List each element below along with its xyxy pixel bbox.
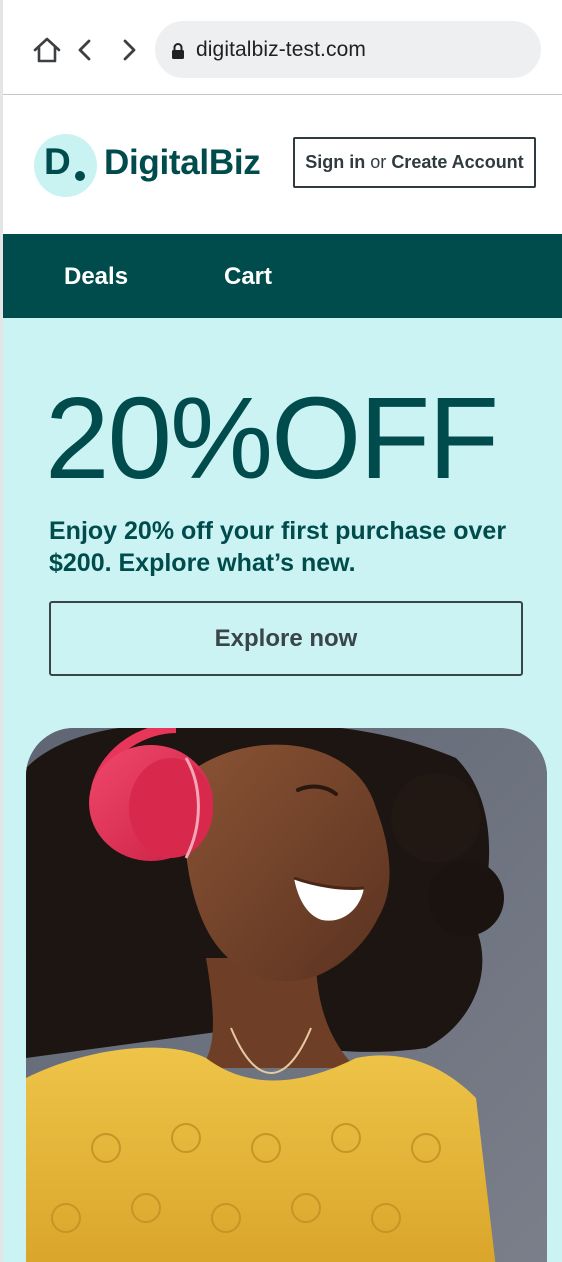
brand-name[interactable]: DigitalBiz [104, 143, 261, 183]
sign-in-button[interactable]: Sign in or Create Account [293, 137, 536, 188]
or-label: or [370, 152, 387, 172]
hero-banner: 20%OFF Enjoy 20% off your first purchase… [3, 318, 562, 1262]
nav-item-deals[interactable]: Deals [64, 263, 128, 291]
promo-description: Enjoy 20% off your first purchase over $… [49, 517, 507, 577]
logo-dot [75, 171, 85, 181]
address-bar[interactable]: digitalbiz-test.com [155, 21, 541, 78]
logo-letter: D [44, 141, 71, 182]
explore-now-button[interactable]: Explore now [49, 601, 523, 676]
lock-icon [171, 40, 187, 60]
nav-item-cart[interactable]: Cart [224, 263, 272, 291]
logo-icon[interactable]: D [34, 134, 97, 197]
site-header: D DigitalBiz Sign in or Create Account [3, 95, 562, 234]
home-icon[interactable] [27, 30, 67, 70]
main-nav: Deals Cart [3, 234, 562, 318]
create-account-label: Create Account [391, 152, 524, 172]
hero-image [26, 728, 547, 1262]
url-text: digitalbiz-test.com [196, 37, 366, 61]
back-icon[interactable] [65, 30, 105, 70]
sign-in-label: Sign in [305, 152, 366, 172]
forward-icon[interactable] [109, 30, 149, 70]
promo-headline: 20%OFF [45, 373, 499, 503]
browser-toolbar: digitalbiz-test.com [3, 0, 562, 95]
